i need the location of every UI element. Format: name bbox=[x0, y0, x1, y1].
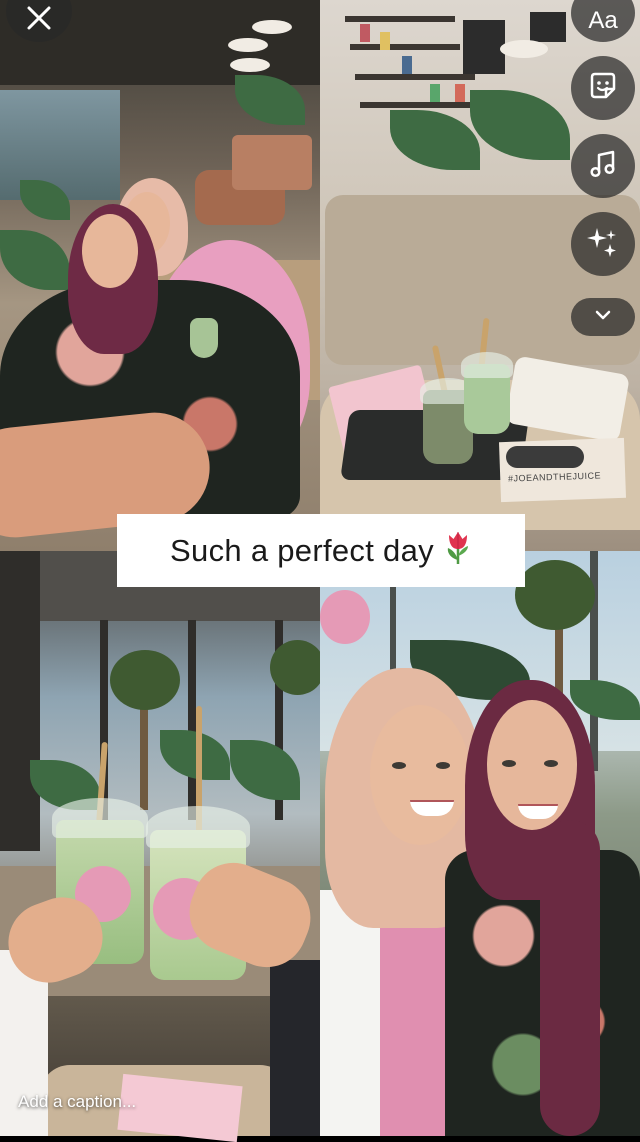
sunglasses bbox=[506, 446, 584, 468]
face bbox=[82, 214, 138, 288]
window-mullion bbox=[188, 620, 196, 820]
palm-fronds bbox=[110, 650, 180, 710]
face bbox=[370, 705, 470, 845]
tulip-icon bbox=[444, 530, 472, 571]
book bbox=[402, 56, 412, 74]
book bbox=[455, 84, 465, 102]
shelf bbox=[355, 74, 475, 80]
book bbox=[430, 84, 440, 102]
palm-fronds bbox=[515, 560, 595, 630]
more-tools-button[interactable] bbox=[571, 298, 635, 336]
cup-lid bbox=[146, 806, 250, 848]
book bbox=[380, 32, 390, 50]
music-note-icon bbox=[587, 148, 619, 185]
pendant-lamp bbox=[230, 58, 270, 72]
cup-lid bbox=[461, 352, 513, 378]
palm-fronds bbox=[270, 640, 325, 695]
dark-sleeve bbox=[270, 960, 320, 1136]
pendant-lamp bbox=[500, 40, 548, 58]
palm-trunk bbox=[140, 700, 148, 810]
eye bbox=[544, 760, 558, 767]
shelf bbox=[345, 16, 455, 22]
window bbox=[0, 90, 120, 200]
eye bbox=[436, 762, 450, 769]
sparkles-icon bbox=[585, 224, 621, 265]
plant-leaf bbox=[0, 230, 70, 290]
maroon-drape bbox=[540, 820, 600, 1136]
text-icon: Aa bbox=[588, 7, 618, 34]
text-sticker[interactable]: Such a perfect day bbox=[117, 514, 525, 587]
wall bbox=[0, 551, 40, 851]
eye bbox=[502, 760, 516, 767]
close-icon bbox=[25, 4, 53, 37]
wall-frame bbox=[463, 20, 505, 74]
caption-input[interactable]: Add a caption... bbox=[18, 1092, 136, 1112]
cup-lid bbox=[52, 798, 148, 838]
eye bbox=[392, 762, 406, 769]
shelf bbox=[350, 44, 460, 50]
pendant-lamp bbox=[228, 38, 268, 52]
music-button[interactable] bbox=[571, 134, 635, 198]
book bbox=[360, 24, 370, 42]
chevron-down-icon bbox=[594, 308, 612, 326]
wall-frame bbox=[530, 12, 566, 42]
text-sticker-label: Such a perfect day bbox=[170, 532, 434, 568]
sticker-button[interactable] bbox=[571, 56, 635, 120]
effects-button[interactable] bbox=[571, 212, 635, 276]
sticker-icon bbox=[586, 69, 620, 108]
planter bbox=[232, 135, 312, 190]
photo-top-left bbox=[0, 0, 320, 551]
pendant-lamp bbox=[252, 20, 292, 34]
shelf bbox=[360, 102, 480, 108]
store-logo bbox=[320, 590, 370, 644]
drink-cup bbox=[190, 318, 218, 358]
